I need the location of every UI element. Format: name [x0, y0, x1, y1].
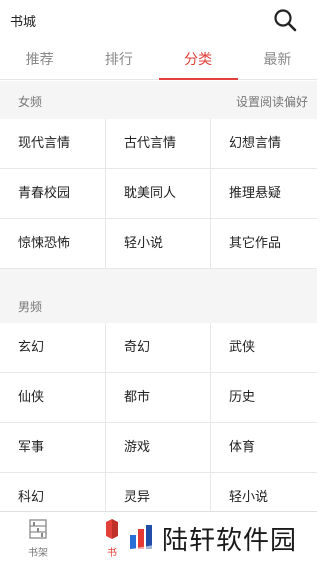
female-category-grid: 现代言情 古代言情 幻想言情 青春校园 耽美同人 推理悬疑 惊悚恐怖 轻小说 其… — [0, 119, 317, 269]
bookshelf-icon — [29, 519, 47, 539]
category-item[interactable]: 仙侠 — [0, 373, 106, 423]
watermark-text: 陆轩软件园 — [162, 526, 298, 556]
male-section-label: 男频 — [18, 300, 43, 314]
category-item[interactable]: 古代言情 — [106, 119, 211, 169]
male-category-grid: 玄幻 奇幻 武侠 仙侠 都市 历史 军事 游戏 体育 科幻 灵异 轻小说 — [0, 323, 317, 523]
category-item[interactable]: 历史 — [211, 373, 317, 423]
page-title: 书城 — [10, 15, 37, 30]
section-divider — [0, 269, 317, 286]
category-item[interactable]: 军事 — [0, 423, 106, 473]
category-item[interactable]: 青春校园 — [0, 169, 106, 219]
category-item[interactable]: 游戏 — [106, 423, 211, 473]
category-item[interactable]: 武侠 — [211, 323, 317, 373]
nav-bookshelf[interactable]: 书架 — [8, 512, 68, 561]
reading-preference-link[interactable]: 设置阅读偏好 — [236, 93, 308, 110]
category-item[interactable]: 现代言情 — [0, 119, 106, 169]
category-item[interactable]: 幻想言情 — [211, 119, 317, 169]
category-item[interactable]: 其它作品 — [211, 219, 317, 269]
tab-recommend[interactable]: 推荐 — [0, 40, 79, 79]
category-item[interactable]: 轻小说 — [106, 219, 211, 269]
tab-latest[interactable]: 最新 — [238, 40, 317, 79]
category-item[interactable]: 奇幻 — [106, 323, 211, 373]
tab-ranking[interactable]: 排行 — [79, 40, 158, 79]
category-item[interactable]: 玄幻 — [0, 323, 106, 373]
top-header: 书城 — [0, 0, 317, 40]
female-section-header: 女频 设置阅读偏好 — [0, 81, 317, 119]
category-item[interactable]: 惊悚恐怖 — [0, 219, 106, 269]
category-item[interactable]: 推理悬疑 — [211, 169, 317, 219]
logo-icon — [128, 523, 156, 551]
tab-category[interactable]: 分类 — [158, 40, 239, 80]
search-icon[interactable] — [272, 7, 298, 33]
female-section-label: 女频 — [18, 95, 43, 109]
category-item[interactable]: 都市 — [106, 373, 211, 423]
bookstore-icon — [103, 519, 121, 539]
category-tabs: 推荐 排行 分类 最新 — [0, 40, 317, 80]
nav-bookshelf-label: 书架 — [28, 548, 48, 559]
category-item[interactable]: 耽美同人 — [106, 169, 211, 219]
male-section-header: 男频 — [0, 286, 317, 324]
watermark: 陆轩软件园 — [122, 518, 317, 556]
category-item[interactable]: 体育 — [211, 423, 317, 473]
